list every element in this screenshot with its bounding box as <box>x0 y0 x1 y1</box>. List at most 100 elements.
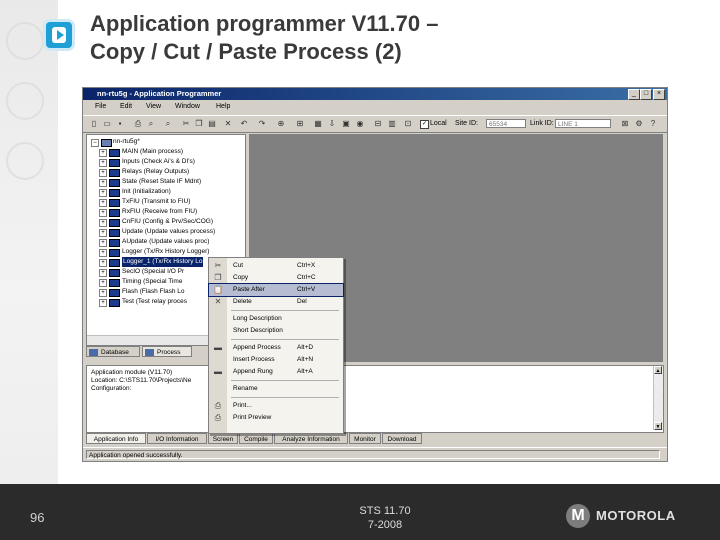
minimize-button[interactable]: _ <box>628 89 640 100</box>
expand-icon[interactable]: + <box>99 299 107 307</box>
compile-icon[interactable]: ▦ <box>313 119 323 129</box>
context-item-copy[interactable]: ❐ Copy Ctrl+C <box>209 272 343 284</box>
expand-icon[interactable]: + <box>99 229 107 237</box>
rtu-icon[interactable]: ▥ <box>387 119 397 129</box>
tab-download[interactable]: Download <box>382 433 422 444</box>
process-node-icon <box>109 189 120 197</box>
context-item-append-rung[interactable]: ▬ Append Rung Alt+A <box>209 366 343 378</box>
expand-icon[interactable]: + <box>99 209 107 217</box>
delete-icon[interactable]: ✕ <box>223 119 233 129</box>
tab-io-information[interactable]: I/O Information <box>147 433 207 444</box>
tree-item-label: State (Reset State IF Mdnt) <box>122 178 202 185</box>
network-icon[interactable]: ⊡ <box>403 119 413 129</box>
rtu-node-icon <box>101 139 112 147</box>
new-file-icon[interactable]: ▯ <box>89 119 99 129</box>
options-icon[interactable]: ⊠ <box>620 119 630 129</box>
site-id-field[interactable]: 65534 <box>486 119 526 128</box>
tools-icon[interactable]: ⚙ <box>634 119 644 129</box>
output-line: Location: C:\STS11.70\Projects\Ne <box>91 377 192 384</box>
expand-icon[interactable]: + <box>99 149 107 157</box>
tab-screen[interactable]: Screen <box>208 433 238 444</box>
link-id-label: Link ID: <box>530 120 554 127</box>
output-line: Configuration: <box>91 385 132 392</box>
paste-icon[interactable]: ▤ <box>207 119 217 129</box>
process-node-icon <box>109 229 120 237</box>
open-folder-icon[interactable]: ▭ <box>102 119 112 129</box>
scroll-up-icon[interactable]: ▲ <box>654 366 662 374</box>
monitor-icon[interactable]: ▣ <box>341 119 351 129</box>
close-button[interactable]: × <box>653 89 665 100</box>
expand-icon[interactable]: + <box>99 279 107 287</box>
menu-file[interactable]: File <box>95 103 106 110</box>
help-icon[interactable]: ? <box>648 119 658 129</box>
local-checkbox[interactable]: ✓ <box>420 120 429 129</box>
download-icon[interactable]: ⇩ <box>327 119 337 129</box>
compare-icon[interactable]: ⊟ <box>373 119 383 129</box>
tree-item-label: AUpdate (Update values proc) <box>122 238 210 245</box>
expand-icon[interactable]: + <box>99 289 107 297</box>
context-item-shortcut: Alt+A <box>297 368 313 375</box>
tab-compile[interactable]: Compile <box>239 433 273 444</box>
stop-icon[interactable]: ◉ <box>355 119 365 129</box>
menu-view[interactable]: View <box>146 103 161 110</box>
print-preview-icon: ⎙ <box>214 413 222 422</box>
expand-icon[interactable]: + <box>99 159 107 167</box>
maximize-button[interactable]: □ <box>640 89 652 100</box>
context-item-shortcut: Ctrl+V <box>297 286 316 293</box>
local-label: Local <box>430 120 447 127</box>
link-id-select[interactable]: LINE 1 <box>555 119 611 128</box>
expand-icon[interactable]: + <box>99 219 107 227</box>
output-tabs: Application Info I/O Information Screen … <box>86 433 662 445</box>
title-line-2: Copy / Cut / Paste Process (2) <box>90 39 402 64</box>
context-item-cut[interactable]: ✂ Cut Ctrl+X <box>209 260 343 272</box>
expand-icon[interactable]: + <box>99 179 107 187</box>
print-icon[interactable]: ⎙ <box>133 119 143 129</box>
tab-monitor[interactable]: Monitor <box>349 433 381 444</box>
page-number: 96 <box>30 510 45 525</box>
menu-window[interactable]: Window <box>175 103 200 110</box>
output-vertical-scrollbar[interactable]: ▲ ▼ <box>653 366 663 430</box>
context-item-long-description[interactable]: Long Description <box>209 313 343 325</box>
window-title: nn-rtu5g - Application Programmer <box>97 89 222 98</box>
expand-icon[interactable]: + <box>99 189 107 197</box>
context-item-shortcut: Alt+D <box>297 344 314 351</box>
scissors-icon: ✂ <box>214 261 222 270</box>
footer-line-1: STS 11.70 <box>359 505 411 517</box>
copy-icon: ❐ <box>214 273 222 282</box>
context-item-append-process[interactable]: ▬ Append Process Alt+D <box>209 342 343 354</box>
context-item-label: Copy <box>233 274 249 281</box>
scroll-down-icon[interactable]: ▼ <box>654 422 662 430</box>
cut-icon[interactable]: ✂ <box>181 119 191 129</box>
tab-application-info[interactable]: Application Info <box>86 433 146 444</box>
tab-database[interactable]: Database <box>86 346 140 357</box>
expand-icon[interactable]: + <box>99 269 107 277</box>
print-preview-icon[interactable]: ⌕ <box>146 119 156 129</box>
menu-edit[interactable]: Edit <box>120 103 132 110</box>
context-item-paste-after[interactable]: 📋 Paste After Ctrl+V <box>208 283 344 297</box>
menu-help[interactable]: Help <box>216 103 230 110</box>
context-item-delete[interactable]: ✕ Delete Del <box>209 296 343 308</box>
expand-icon[interactable]: + <box>99 249 107 257</box>
process-node-icon <box>109 259 120 267</box>
expand-icon[interactable]: + <box>99 259 107 267</box>
context-item-print-preview[interactable]: ⎙ Print Preview <box>209 412 343 424</box>
tab-process[interactable]: Process <box>142 346 192 357</box>
expand-icon[interactable]: + <box>99 199 107 207</box>
find-icon[interactable]: ⌕ <box>163 119 173 129</box>
context-item-short-description[interactable]: Short Description <box>209 325 343 337</box>
build-icon[interactable]: ⊞ <box>295 119 305 129</box>
save-icon[interactable]: ▪ <box>115 119 125 129</box>
expand-icon[interactable]: + <box>99 169 107 177</box>
zoom-icon[interactable]: ⊕ <box>276 119 286 129</box>
collapse-icon[interactable]: − <box>91 139 99 147</box>
window-titlebar[interactable]: nn-rtu5g - Application Programmer _ □ × <box>83 88 667 100</box>
undo-icon[interactable]: ↶ <box>239 119 249 129</box>
context-item-insert-process[interactable]: Insert Process Alt+N <box>209 354 343 366</box>
context-item-rename[interactable]: Rename <box>209 383 343 395</box>
footer-line-2: 7-2008 <box>367 519 403 531</box>
tab-analyze-information[interactable]: Analyze Information <box>274 433 348 444</box>
expand-icon[interactable]: + <box>99 239 107 247</box>
copy-icon[interactable]: ❐ <box>194 119 204 129</box>
context-item-print[interactable]: ⎙ Print... <box>209 400 343 412</box>
redo-icon[interactable]: ↷ <box>257 119 267 129</box>
